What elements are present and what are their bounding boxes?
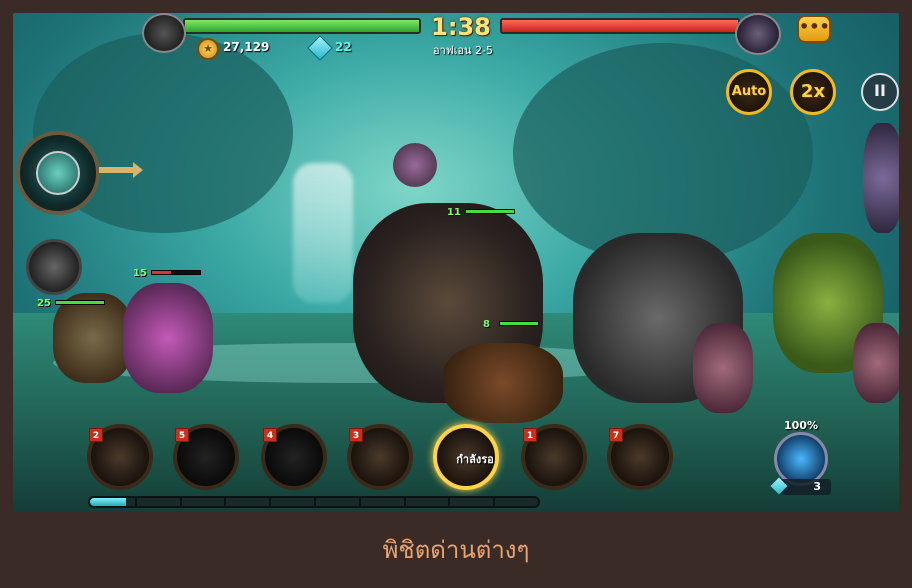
game-screen: 15 25 11 8 1:38 อาฟเอน 2-5 ••• ★ 27,129 …	[13, 13, 899, 512]
mana-segment	[179, 498, 182, 506]
auto-button[interactable]: Auto	[726, 69, 772, 115]
mana-fill	[90, 498, 126, 506]
enemy-level: 11	[447, 207, 461, 218]
hero-skill-button[interactable]	[16, 131, 100, 215]
hero-skill-icon	[36, 151, 80, 195]
ally-unit[interactable]	[53, 293, 133, 383]
potion-percent: 100%	[784, 419, 818, 432]
hero-slot-level: 5	[175, 428, 189, 442]
ally-hp-bar	[55, 300, 105, 305]
potion-cost: 3	[781, 479, 831, 495]
enemy-soldier[interactable]	[853, 323, 899, 403]
speed-button[interactable]: 2x	[790, 69, 836, 115]
battle-timer: 1:38	[431, 13, 491, 41]
hero-slot-level: 7	[609, 428, 623, 442]
player-hp-fill	[185, 20, 419, 32]
gem-count: 22	[335, 40, 352, 54]
mana-bar	[88, 496, 540, 508]
hero-slot-level: 4	[263, 428, 277, 442]
gem-icon	[307, 35, 333, 61]
ally-level: 15	[133, 268, 147, 279]
hero-slot-level: 3	[349, 428, 363, 442]
chat-button[interactable]: •••	[797, 15, 831, 43]
potion-button[interactable]	[774, 432, 828, 486]
enemy-hp-fill	[502, 20, 738, 32]
enemy-crystal	[863, 123, 899, 233]
mana-segment	[224, 498, 227, 506]
player-avatar[interactable]	[142, 13, 186, 53]
background-foliage	[513, 43, 813, 263]
ally-tree-unit[interactable]	[443, 343, 563, 423]
secondary-skill-button[interactable]	[26, 239, 82, 295]
mana-segment	[403, 498, 406, 506]
caption: พิชิตด่านต่างๆ	[382, 536, 530, 564]
enemy-hp-bar	[500, 18, 740, 34]
mana-segment	[269, 498, 272, 506]
hero-slot-level: 2	[89, 428, 103, 442]
app-frame: 15 25 11 8 1:38 อาฟเอน 2-5 ••• ★ 27,129 …	[0, 0, 912, 588]
hero-slot-level: 1	[523, 428, 537, 442]
ally-level: 25	[37, 298, 51, 309]
waiting-label: กำลังรอ	[456, 453, 494, 466]
mana-segment	[134, 498, 137, 506]
unit-hp-bar	[499, 321, 539, 326]
mana-segment	[358, 498, 361, 506]
arrow-icon	[99, 162, 143, 178]
enemy-soldier[interactable]	[693, 323, 753, 413]
player-hp-bar	[183, 18, 421, 34]
coin-icon: ★	[197, 38, 219, 60]
waterfall	[293, 163, 353, 303]
pause-button[interactable]: II	[861, 73, 899, 111]
ally-hp-bar	[151, 270, 201, 275]
mana-segment	[448, 498, 451, 506]
mana-segment	[493, 498, 496, 506]
coin-count: 27,129	[223, 40, 270, 54]
stage-label: อาฟเอน 2-5	[433, 44, 493, 57]
spiked-mace	[393, 143, 437, 187]
mana-segment	[314, 498, 316, 506]
unit-level: 8	[483, 319, 490, 330]
enemy-avatar[interactable]	[735, 13, 781, 55]
enemy-hp-bar	[465, 209, 515, 214]
ally-plant-unit[interactable]	[123, 283, 213, 393]
